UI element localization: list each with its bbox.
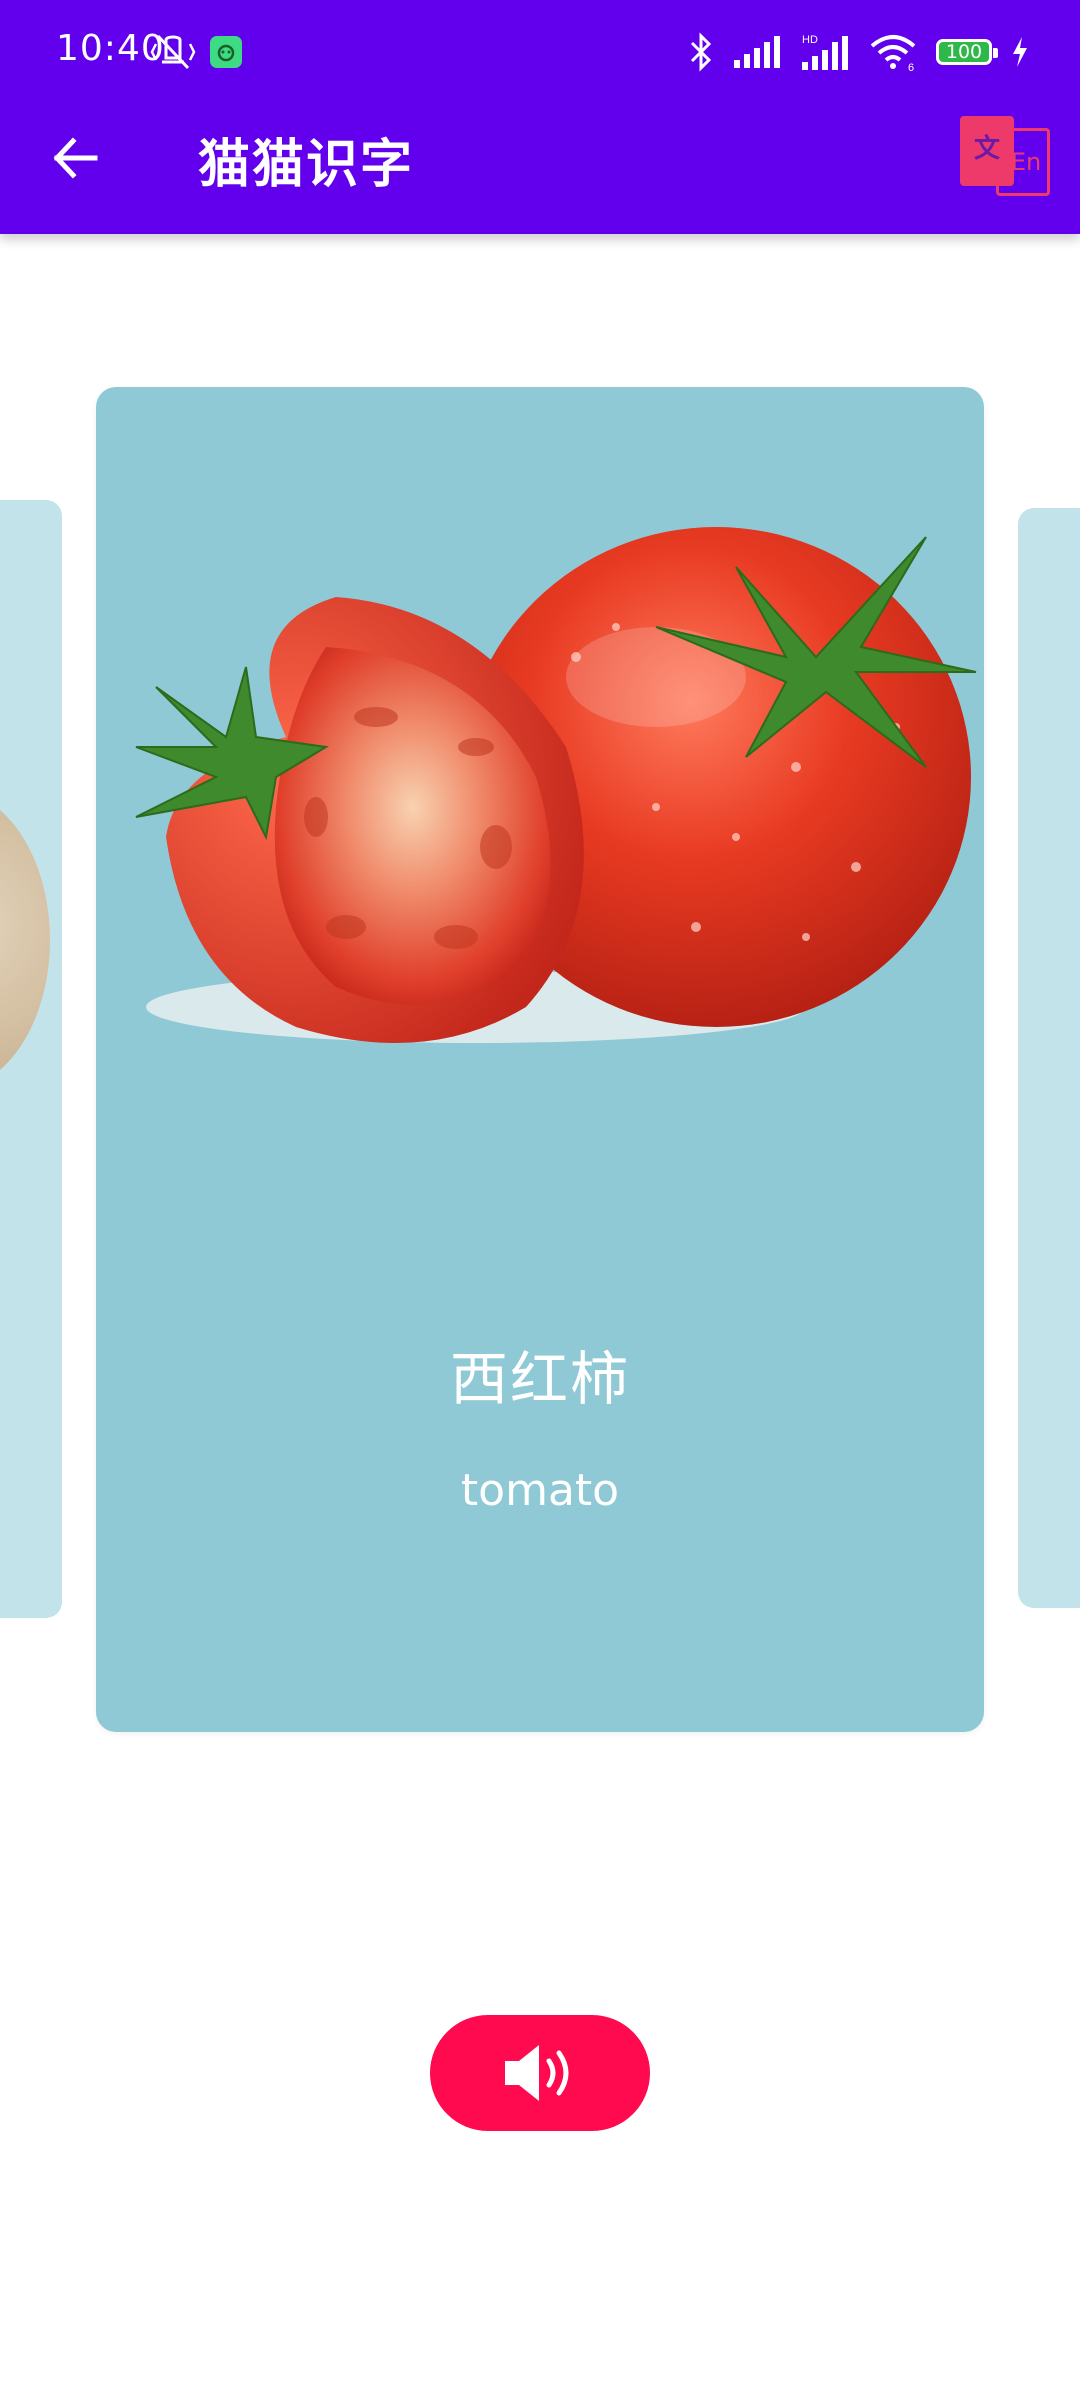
page-title: 猫猫识字 — [198, 135, 415, 195]
back-button[interactable] — [46, 128, 106, 188]
arrow-left-icon — [53, 137, 98, 179]
app-notification-icon — [210, 36, 242, 68]
signal-icon — [734, 36, 780, 68]
battery-indicator: 100 — [936, 39, 998, 65]
speaker-button[interactable] — [430, 2015, 650, 2131]
status-bar: 10:40 HD 6 100 — [0, 0, 1080, 100]
vibrate-off-icon — [150, 34, 196, 70]
english-word: tomato — [460, 1465, 620, 1516]
speaker-icon — [505, 2045, 569, 2101]
app-bar: 10:40 HD 6 100 猫猫识字 En 文 — [0, 0, 1080, 234]
svg-text:HD: HD — [802, 34, 818, 46]
word-card[interactable]: 西红柿 tomato — [96, 387, 984, 1732]
wifi-icon: 6 — [870, 35, 916, 72]
signal-hd-icon: HD — [802, 34, 848, 70]
charging-icon — [1013, 37, 1027, 67]
bluetooth-icon — [690, 32, 712, 72]
tomato-image — [135, 527, 977, 1043]
svg-text:6: 6 — [908, 62, 914, 72]
next-card[interactable] — [1018, 508, 1080, 1608]
previous-card-image — [0, 790, 50, 1090]
chinese-word: 西红柿 — [449, 1345, 630, 1413]
language-toggle-button[interactable]: En 文 — [958, 112, 1054, 198]
translate-zh-icon: 文 — [960, 116, 1014, 186]
status-time: 10:40 — [56, 28, 165, 69]
previous-card[interactable] — [0, 500, 62, 1618]
